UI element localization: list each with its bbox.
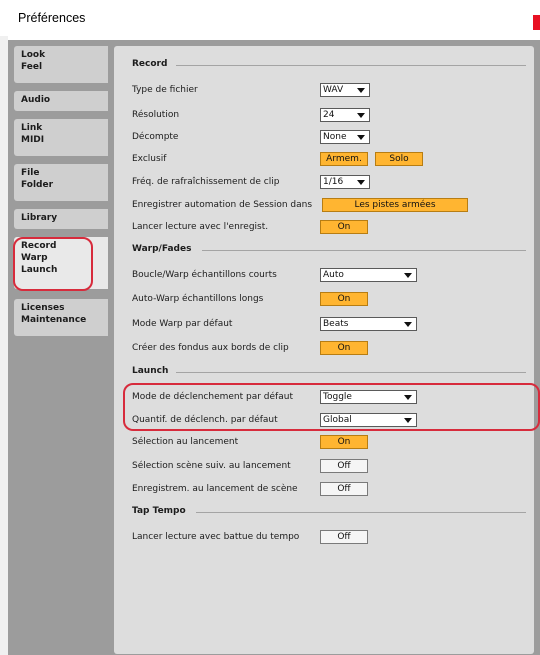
section-title-launch: Launch <box>132 366 169 376</box>
launch-settings-highlight-annotation <box>123 383 540 431</box>
loop-warp-short-value: Auto <box>323 270 344 280</box>
tab-label-line: Link <box>21 123 43 133</box>
count-in-value: None <box>323 132 347 142</box>
section-title-record: Record <box>132 59 168 69</box>
title-bar: Préférences <box>0 0 540 35</box>
session-automation-label: Enregistrer automation de Session dans <box>132 200 313 210</box>
section-title-tap-tempo: Tap Tempo <box>132 506 186 516</box>
exclusive-label: Exclusif <box>132 154 167 164</box>
tab-label-line: Look <box>21 50 46 60</box>
tab-label-line: Feel <box>21 62 43 72</box>
tab-label-line: Library <box>21 213 58 223</box>
section-title-warp-fades: Warp/Fades <box>132 244 192 254</box>
chevron-down-icon <box>357 135 365 140</box>
file-type-label: Type de fichier <box>132 85 198 95</box>
start-playback-label: Lancer lecture avec l'enregist. <box>132 222 269 232</box>
resolution-value: 24 <box>323 110 335 120</box>
loop-warp-short-label: Boucle/Warp échantillons courts <box>132 270 277 280</box>
tab-label-line: File <box>21 168 40 178</box>
chevron-down-icon <box>404 322 412 327</box>
close-button[interactable] <box>533 15 540 30</box>
create-fades-label: Créer des fondus aux bords de clip <box>132 343 289 353</box>
window-left-edge <box>0 36 8 655</box>
tab-label-line: MIDI <box>21 135 45 145</box>
section-divider <box>202 250 526 251</box>
tab-label-line: Folder <box>21 180 54 190</box>
exclusive-solo-button[interactable]: Solo <box>375 152 423 166</box>
record-on-scene-launch-label: Enregistrem. au lancement de scène <box>132 484 298 494</box>
tab-audio[interactable]: Audio <box>14 91 108 111</box>
exclusive-arm-button[interactable]: Armem. <box>320 152 368 166</box>
clip-update-rate-label: Fréq. de rafraîchissement de clip <box>132 177 280 187</box>
start-playback-tap-label: Lancer lecture avec battue du tempo <box>132 532 300 542</box>
tab-look-feel[interactable]: Look Feel <box>14 46 108 83</box>
sidebar-highlight-annotation <box>13 237 93 291</box>
tab-licenses-maintenance[interactable]: Licenses Maintenance <box>14 299 108 336</box>
record-on-scene-launch-toggle[interactable]: Off <box>320 482 368 496</box>
chevron-down-icon <box>357 180 365 185</box>
clip-update-rate-value: 1/16 <box>323 177 344 187</box>
resolution-dropdown[interactable]: 24 <box>320 108 370 122</box>
default-warp-mode-value: Beats <box>323 319 349 329</box>
create-fades-toggle[interactable]: On <box>320 341 368 355</box>
chevron-down-icon <box>357 88 365 93</box>
default-warp-mode-dropdown[interactable]: Beats <box>320 317 417 331</box>
file-type-dropdown[interactable]: WAV <box>320 83 370 97</box>
select-next-scene-toggle[interactable]: Off <box>320 459 368 473</box>
auto-warp-long-label: Auto-Warp échantillons longs <box>132 294 264 304</box>
chevron-down-icon <box>404 273 412 278</box>
start-playback-toggle[interactable]: On <box>320 220 368 234</box>
window-title: Préférences <box>18 11 86 25</box>
tab-library[interactable]: Library <box>14 209 108 229</box>
tab-file-folder[interactable]: File Folder <box>14 164 108 201</box>
settings-panel: Record Type de fichier WAV Résolution 24… <box>114 46 534 654</box>
resolution-label: Résolution <box>132 110 180 120</box>
tab-link-midi[interactable]: Link MIDI <box>14 119 108 156</box>
select-on-launch-label: Sélection au lancement <box>132 437 239 447</box>
tab-label-line: Maintenance <box>21 315 87 325</box>
default-warp-mode-label: Mode Warp par défaut <box>132 319 233 329</box>
chevron-down-icon <box>357 113 365 118</box>
section-divider <box>176 65 526 66</box>
clip-update-rate-dropdown[interactable]: 1/16 <box>320 175 370 189</box>
count-in-dropdown[interactable]: None <box>320 130 370 144</box>
select-next-scene-label: Sélection scène suiv. au lancement <box>132 461 291 471</box>
section-divider <box>196 512 526 513</box>
count-in-label: Décompte <box>132 132 179 142</box>
tab-label-line: Audio <box>21 95 51 105</box>
auto-warp-long-toggle[interactable]: On <box>320 292 368 306</box>
tab-label-line: Licenses <box>21 303 65 313</box>
file-type-value: WAV <box>323 85 344 95</box>
section-divider <box>176 372 526 373</box>
session-automation-button[interactable]: Les pistes armées <box>322 198 468 212</box>
select-on-launch-toggle[interactable]: On <box>320 435 368 449</box>
loop-warp-short-dropdown[interactable]: Auto <box>320 268 417 282</box>
start-playback-tap-toggle[interactable]: Off <box>320 530 368 544</box>
